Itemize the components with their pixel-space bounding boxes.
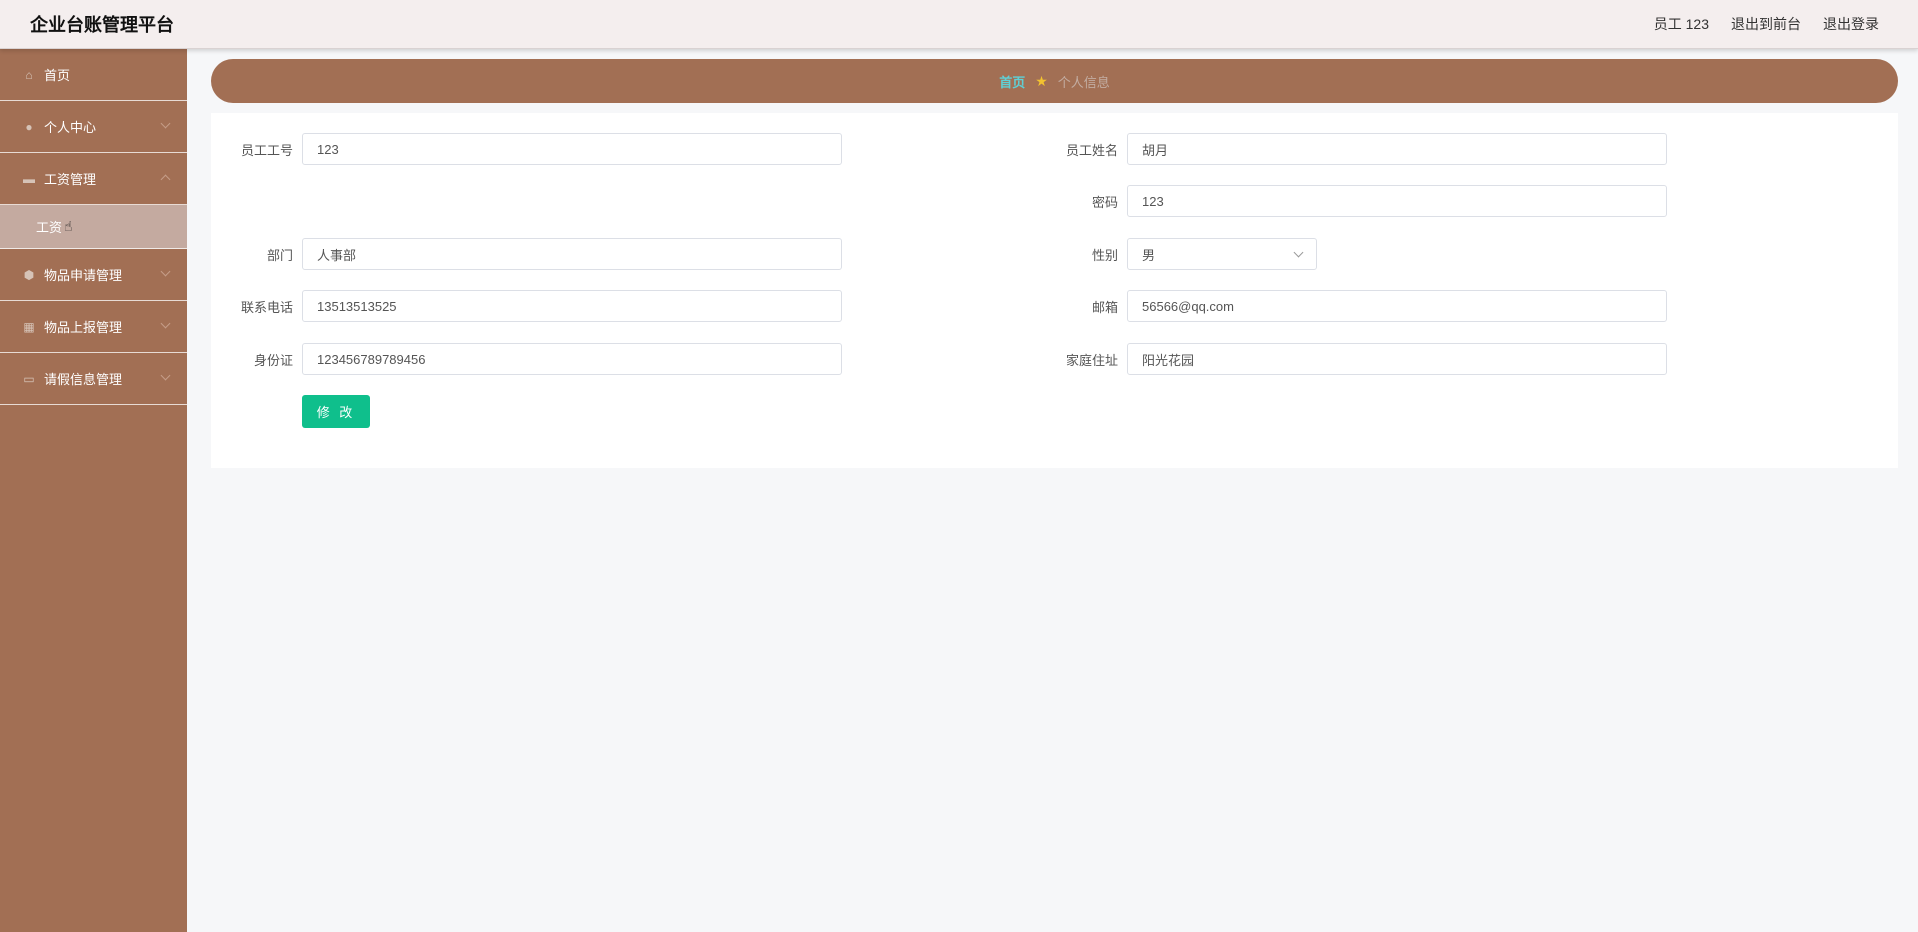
id-card-row: 身份证 (231, 343, 842, 375)
password-row: 密码 (1056, 185, 1667, 217)
sidebar-item-salary-management[interactable]: ▬ 工资管理 (0, 153, 187, 205)
sidebar: ⌂ 首页 ● 个人中心 ▬ 工资管理 工资 ☝ ⬢ 物品申请管理 ▦ 物品上报管… (0, 49, 187, 932)
back-to-frontend-link[interactable]: 退出到前台 (1731, 14, 1801, 34)
user-icon: ● (25, 119, 33, 134)
dept-input[interactable] (302, 238, 842, 270)
shield-icon: ⬢ (23, 267, 35, 282)
dept-label: 部门 (266, 247, 293, 263)
sidebar-item-personal-center[interactable]: ● 个人中心 (0, 101, 187, 153)
breadcrumb-home-link[interactable]: 首页 (999, 72, 1025, 91)
email-label: 邮箱 (1091, 299, 1118, 315)
chevron-up-icon (160, 174, 171, 185)
sidebar-item-item-application[interactable]: ⬢ 物品申请管理 (0, 249, 187, 301)
emp-name-row: 员工姓名 (1056, 133, 1667, 165)
chevron-down-icon (160, 266, 171, 277)
password-input[interactable] (1127, 185, 1667, 217)
app-title: 企业台账管理平台 (30, 15, 174, 35)
message-icon: ▬ (23, 171, 35, 186)
chevron-down-icon (160, 318, 171, 329)
pointer-cursor-icon: ☝ (64, 218, 73, 234)
sidebar-item-label: 工资管理 (44, 172, 97, 187)
sidebar-item-label: 个人中心 (44, 120, 97, 135)
gender-label: 性别 (1091, 247, 1118, 263)
star-icon: ★ (1035, 72, 1048, 89)
phone-label: 联系电话 (240, 299, 293, 315)
email-row: 邮箱 (1056, 290, 1667, 322)
emp-no-input[interactable] (302, 133, 842, 165)
sidebar-item-label: 物品上报管理 (44, 320, 123, 335)
id-card-label: 身份证 (253, 352, 293, 368)
grid-icon: ▦ (23, 319, 35, 334)
phone-row: 联系电话 (231, 290, 842, 322)
emp-name-label: 员工姓名 (1065, 142, 1118, 158)
modify-button[interactable]: 修 改 (302, 395, 370, 428)
sidebar-item-label: 请假信息管理 (44, 372, 123, 387)
gender-select[interactable]: 男 (1127, 238, 1317, 270)
gender-selected-value: 男 (1142, 247, 1156, 263)
dept-row: 部门 (231, 238, 842, 270)
sidebar-item-leave-info[interactable]: ▭ 请假信息管理 (0, 353, 187, 405)
top-bar: 企业台账管理平台 员工 123 退出到前台 退出登录 (0, 0, 1918, 49)
chevron-down-icon (160, 118, 171, 129)
sidebar-item-label: 首页 (44, 68, 71, 83)
address-label: 家庭住址 (1065, 352, 1118, 368)
sidebar-item-label: 工资 (36, 220, 63, 235)
sidebar-subitem-salary[interactable]: 工资 ☝ (0, 205, 187, 249)
password-label: 密码 (1091, 194, 1118, 210)
breadcrumb: 首页 ★ 个人信息 (211, 59, 1898, 103)
address-input[interactable] (1127, 343, 1667, 375)
chevron-down-icon (160, 370, 171, 381)
sidebar-item-item-report[interactable]: ▦ 物品上报管理 (0, 301, 187, 353)
email-input[interactable] (1127, 290, 1667, 322)
emp-no-row: 员工工号 (231, 133, 842, 165)
breadcrumb-current: 个人信息 (1057, 74, 1110, 90)
emp-no-label: 员工工号 (240, 142, 293, 158)
phone-input[interactable] (302, 290, 842, 322)
gender-row: 性别 男 (1056, 238, 1317, 270)
card-icon: ▭ (23, 371, 35, 386)
emp-name-input[interactable] (1127, 133, 1667, 165)
sidebar-item-label: 物品申请管理 (44, 268, 123, 283)
address-row: 家庭住址 (1056, 343, 1667, 375)
home-icon: ⌂ (25, 67, 33, 82)
sidebar-item-home[interactable]: ⌂ 首页 (0, 49, 187, 101)
personal-info-form: 员工工号 员工姓名 密码 部门 性别 男 联系电话 邮箱 身份证 家庭住址 修 … (211, 113, 1898, 468)
id-card-input[interactable] (302, 343, 842, 375)
chevron-down-icon (1293, 247, 1304, 257)
top-actions: 员工 123 退出到前台 退出登录 (1654, 14, 1879, 34)
current-user-label[interactable]: 员工 123 (1654, 14, 1709, 34)
logout-link[interactable]: 退出登录 (1823, 14, 1879, 34)
